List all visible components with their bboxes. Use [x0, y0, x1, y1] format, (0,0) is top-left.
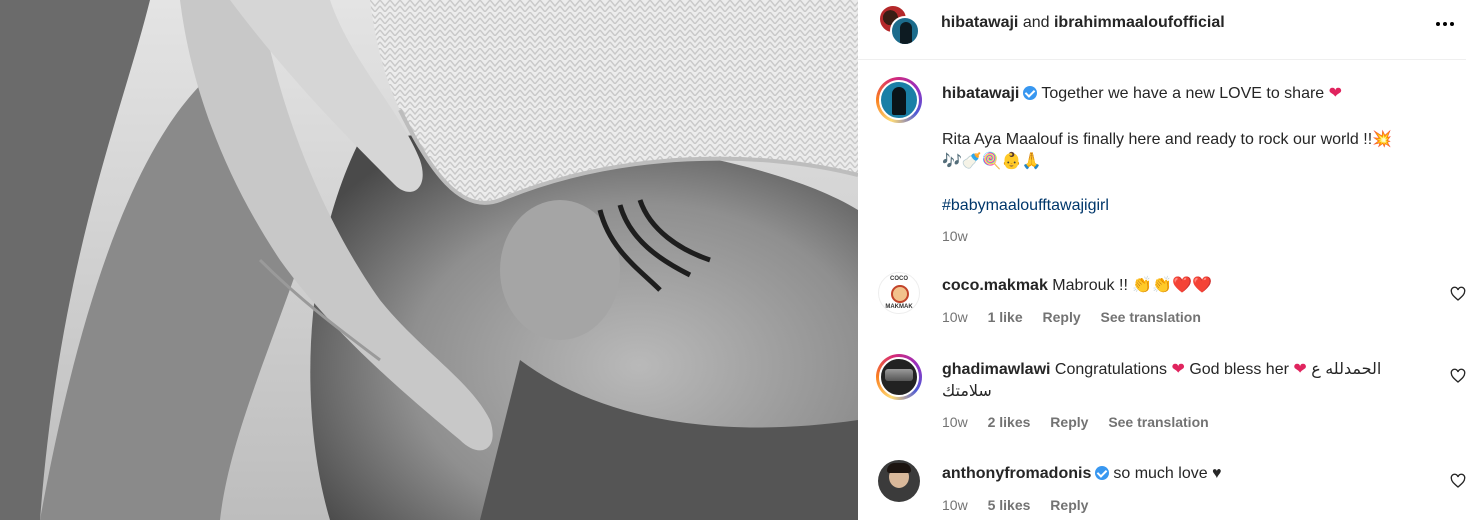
comment-body: Mabrouk !!	[1052, 277, 1128, 294]
comment-body-c: الحمدلله ع	[1311, 361, 1382, 378]
comment-time[interactable]: 10w	[942, 497, 968, 513]
collab-avatar-hiba[interactable]	[890, 16, 920, 46]
avatar	[879, 357, 919, 397]
avatar	[879, 80, 919, 120]
comment-meta: 10w 1 like Reply See translation	[942, 309, 1217, 325]
reply-button[interactable]: Reply	[1050, 414, 1088, 430]
caption-line1: Together we have a new LOVE to share	[1041, 85, 1325, 102]
heart-icon[interactable]	[1450, 286, 1466, 302]
comment-time[interactable]: 10w	[942, 309, 968, 325]
caption-line2: Rita Aya Maalouf is finally here and rea…	[942, 131, 1373, 148]
see-translation-button[interactable]: See translation	[1108, 414, 1208, 430]
caption-line2-wrap: Rita Aya Maalouf is finally here and rea…	[942, 128, 1442, 151]
collab-avatars[interactable]	[878, 4, 924, 48]
caption-username[interactable]: hibatawaji	[942, 85, 1019, 102]
verified-badge-icon	[1095, 466, 1110, 480]
comment-body-a: Congratulations	[1054, 361, 1167, 378]
comment-text: coco.makmak Mabrouk !! 👏👏❤️❤️	[942, 274, 1212, 297]
heart-icon[interactable]	[1450, 473, 1466, 489]
more-options-icon[interactable]	[1436, 16, 1456, 32]
caption-meta: 10w	[942, 228, 984, 244]
post-photo	[0, 0, 858, 520]
caption-text: hibatawaji Together we have a new LOVE to…	[942, 82, 1442, 105]
comment-time[interactable]: 10w	[942, 414, 968, 430]
comment-avatar-coco[interactable]: COCO MAKMAK	[878, 272, 920, 314]
red-heart-icon: ❤	[1293, 359, 1307, 378]
comment-avatar-anthony[interactable]	[878, 460, 920, 502]
sparkle-icon: 💥	[1372, 129, 1393, 148]
reply-button[interactable]: Reply	[1043, 309, 1081, 325]
avatar-label-bottom: MAKMAK	[885, 304, 913, 310]
comment-body-b: God bless her	[1189, 361, 1289, 378]
comment-body: so much love ♥	[1113, 465, 1222, 482]
red-heart-icon: ❤	[1171, 359, 1185, 378]
comment-username[interactable]: anthonyfromadonis	[942, 465, 1091, 482]
caption-avatar[interactable]	[876, 77, 922, 123]
caption-time[interactable]: 10w	[942, 228, 968, 244]
comment-meta: 10w 2 likes Reply See translation	[942, 414, 1225, 430]
heart-icon[interactable]	[1450, 368, 1466, 384]
verified-badge-icon	[1023, 86, 1038, 100]
comment-text: ghadimawlawi Congratulations ❤ God bless…	[942, 358, 1432, 381]
author-link-ibrahim[interactable]: ibrahimmaaloufofficial	[1054, 14, 1225, 31]
caption-emojis: 🎶🍼🍭👶🙏	[942, 151, 1042, 170]
post-image[interactable]	[0, 0, 858, 520]
comment-likes[interactable]: 5 likes	[988, 497, 1031, 513]
author-link-hibatawaji[interactable]: hibatawaji	[941, 14, 1018, 31]
dot	[1436, 22, 1440, 26]
comment-likes[interactable]: 1 like	[988, 309, 1023, 325]
comment-username[interactable]: ghadimawlawi	[942, 361, 1050, 378]
post-authors: hibatawaji and ibrahimmaaloufofficial	[941, 14, 1225, 32]
dot	[1450, 22, 1454, 26]
post-side-panel: hibatawaji and ibrahimmaaloufofficial hi…	[858, 0, 1466, 520]
dot	[1443, 22, 1447, 26]
see-translation-button[interactable]: See translation	[1101, 309, 1201, 325]
red-heart-icon: ❤	[1328, 83, 1343, 102]
caption-hashtag[interactable]: #babymaaloufftawajigirl	[942, 195, 1109, 217]
reply-button[interactable]: Reply	[1050, 497, 1088, 513]
comment-avatar-ghadi[interactable]	[876, 354, 922, 400]
authors-joiner: and	[1022, 14, 1050, 31]
comment-text: anthonyfromadonis so much love ♥	[942, 463, 1222, 485]
comment-username[interactable]: coco.makmak	[942, 277, 1048, 294]
comment-likes[interactable]: 2 likes	[988, 414, 1031, 430]
comment-body-d: سلامتك	[942, 383, 992, 400]
post-header: hibatawaji and ibrahimmaaloufofficial	[858, 0, 1466, 60]
avatar-face-icon	[891, 285, 909, 303]
avatar-label-top: COCO	[890, 276, 908, 282]
comment-meta: 10w 5 likes Reply	[942, 497, 1104, 513]
comment-emojis: 👏👏❤️❤️	[1132, 275, 1213, 294]
